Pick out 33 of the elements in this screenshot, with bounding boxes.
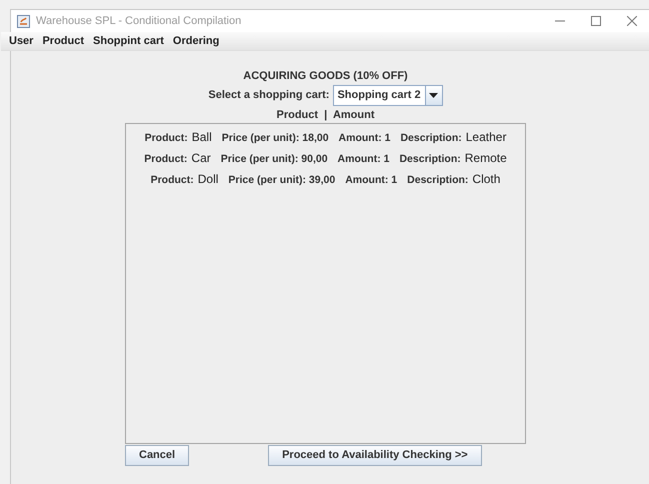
window-title: Warehouse SPL - Conditional Compilation bbox=[36, 15, 242, 27]
cart-dropdown[interactable]: Shopping cart 2 bbox=[333, 84, 443, 106]
caret-icon bbox=[429, 92, 438, 98]
product-label: Product: bbox=[144, 132, 188, 144]
price-text: Price (per unit): 18,00 bbox=[222, 132, 329, 144]
menu-item[interactable]: Ordering bbox=[172, 35, 220, 47]
amount-text: Amount: 1 bbox=[338, 153, 390, 165]
page-heading: ACQUIRING GOODS (10% OFF) bbox=[243, 70, 408, 84]
product-name: Ball bbox=[192, 130, 212, 144]
cancel-button[interactable]: Cancel bbox=[125, 444, 190, 466]
description-text: Cloth bbox=[472, 172, 500, 186]
description-label: Description: bbox=[407, 174, 468, 186]
list-header: Product | Amount bbox=[276, 109, 374, 123]
app-icon bbox=[17, 14, 30, 28]
proceed-button[interactable]: Proceed to Availability Checking >> bbox=[268, 444, 482, 466]
price-text: Price (per unit): 39,00 bbox=[228, 174, 336, 186]
menu-item[interactable]: Shoppint cart bbox=[93, 35, 164, 47]
description-text: Leather bbox=[466, 130, 506, 144]
menu-item[interactable]: User bbox=[9, 35, 34, 47]
close-icon[interactable] bbox=[627, 16, 637, 26]
description-label: Description: bbox=[399, 153, 461, 165]
product-name: Car bbox=[191, 151, 211, 165]
menu-item[interactable]: Product bbox=[42, 35, 84, 47]
cart-select-label: Select a shopping cart: bbox=[208, 89, 330, 101]
description-text: Remote bbox=[464, 151, 507, 165]
amount-text: Amount: 1 bbox=[338, 132, 390, 144]
maximize-icon[interactable] bbox=[591, 16, 601, 26]
product-label: Product: bbox=[144, 153, 188, 165]
description-label: Description: bbox=[400, 132, 462, 144]
product-label: Product: bbox=[150, 174, 194, 186]
product-name: Doll bbox=[198, 172, 218, 186]
price-text: Price (per unit): 90,00 bbox=[220, 153, 328, 165]
amount-text: Amount: 1 bbox=[345, 174, 398, 186]
